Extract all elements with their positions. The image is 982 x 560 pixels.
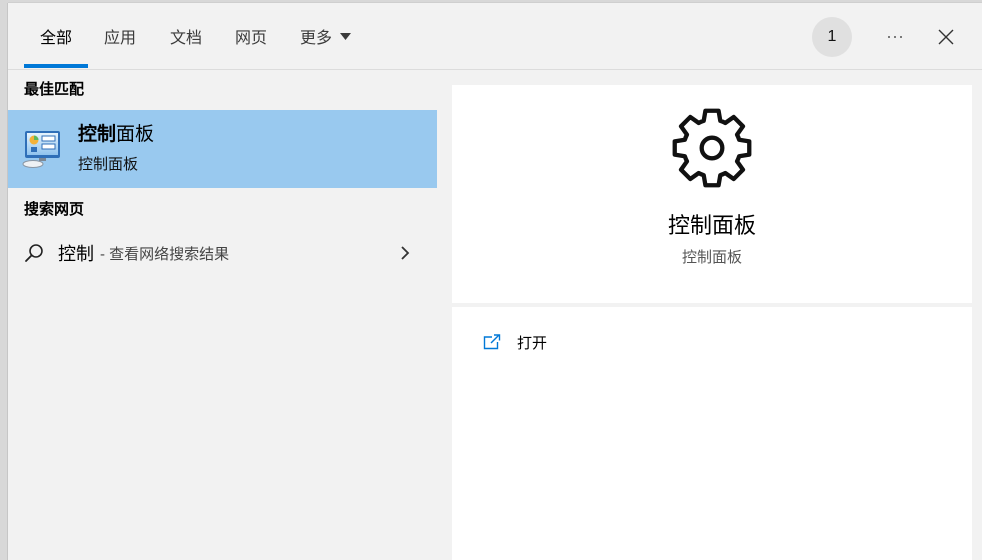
control-panel-icon [22, 131, 60, 168]
tab-label: 文档 [170, 30, 203, 47]
open-action[interactable]: 打开 [452, 323, 972, 361]
filter-tab-bar: 全部 应用 文档 网页 更多 1 [8, 3, 982, 70]
search-window: 全部 应用 文档 网页 更多 1 最佳匹配 控制面板 控制面板 搜索网页 控制 … [8, 3, 982, 560]
close-icon [938, 29, 954, 45]
best-match-subtitle: 控制面板 [78, 156, 139, 173]
web-search-heading: 搜索网页 [24, 201, 85, 218]
preview-header-card: 控制面板 控制面板 [452, 85, 972, 303]
web-query-text: 控制 [58, 244, 94, 264]
gear-icon [672, 108, 752, 188]
results-list: 最佳匹配 控制面板 控制面板 搜索网页 控制 - 查看网络搜索结果 [8, 70, 437, 560]
more-options-button[interactable] [880, 25, 910, 49]
tab-label: 网页 [235, 30, 268, 47]
open-icon [483, 334, 501, 350]
title-rest-text: 面板 [116, 124, 155, 145]
web-result-suffix: - 查看网络搜索结果 [100, 245, 230, 263]
avatar-text: 1 [827, 28, 837, 45]
search-icon [25, 244, 43, 262]
account-avatar-button[interactable]: 1 [812, 17, 852, 57]
tab-label: 全部 [40, 30, 73, 47]
tab-label: 更多 [300, 30, 333, 47]
ellipsis-icon [888, 36, 890, 38]
tab-web[interactable]: 网页 [219, 3, 283, 69]
preview-title: 控制面板 [667, 213, 756, 238]
tab-documents[interactable]: 文档 [154, 3, 218, 69]
close-button[interactable] [932, 23, 960, 51]
tab-all[interactable]: 全部 [24, 3, 89, 69]
web-search-result[interactable]: 控制 - 查看网络搜索结果 [8, 231, 437, 275]
chevron-right-icon[interactable] [400, 245, 410, 261]
tab-more[interactable]: 更多 [284, 3, 367, 69]
open-action-label: 打开 [517, 334, 548, 352]
preview-actions-card: 打开 [452, 307, 972, 560]
best-match-heading: 最佳匹配 [24, 81, 85, 98]
caret-down-icon [340, 32, 352, 40]
best-match-title: 控制面板 [78, 123, 154, 147]
ellipsis-icon [900, 36, 902, 38]
best-match-item[interactable]: 控制面板 控制面板 [8, 110, 437, 188]
tab-apps[interactable]: 应用 [88, 3, 152, 69]
tab-label: 应用 [104, 30, 137, 47]
title-match-text: 控制 [78, 124, 117, 145]
preview-subtitle: 控制面板 [681, 249, 742, 266]
ellipsis-icon [894, 36, 896, 38]
